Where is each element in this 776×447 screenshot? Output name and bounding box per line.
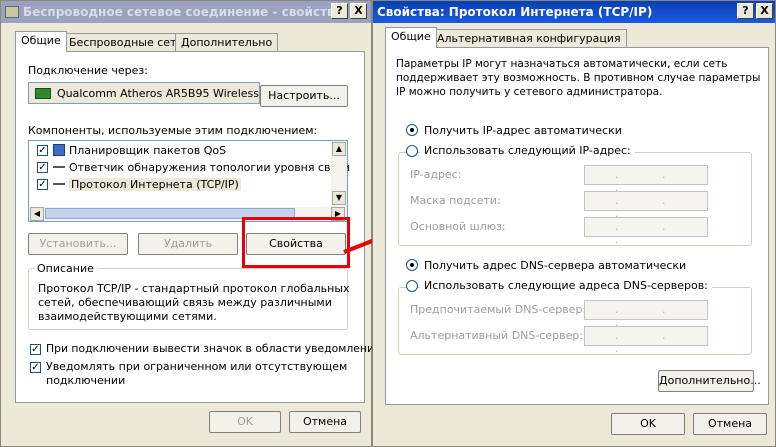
description-text: взаимодействующими сетями.	[38, 310, 217, 323]
auto-ip-radio[interactable]	[406, 124, 418, 136]
component-label: Протокол Интернета (TCP/IP)	[69, 178, 241, 191]
adapter-name: Qualcomm Atheros AR5B95 Wireless	[57, 87, 259, 100]
right-ok-button[interactable]: OK	[611, 413, 685, 435]
manual-ip-radio[interactable]	[406, 145, 418, 157]
intro-text: Параметры IP могут назначаться автоматич…	[396, 58, 728, 70]
scroll-left-icon[interactable]: ◀	[30, 207, 44, 221]
subnet-label: Маска подсети:	[410, 194, 501, 207]
properties-highlight	[242, 217, 350, 268]
show-icon-checkbox[interactable]: ✓	[30, 344, 41, 355]
notify-checkbox[interactable]: ✓	[30, 362, 41, 373]
left-dialog: Беспроводное сетевое соединение - свойст…	[0, 0, 381, 447]
qos-icon	[53, 144, 65, 156]
tab-general[interactable]: Общие	[385, 27, 437, 48]
manual-dns-radio[interactable]	[406, 280, 418, 292]
tcpip-checkbox[interactable]: ✓	[37, 179, 48, 190]
gateway-label: Основной шлюз:	[410, 220, 506, 233]
close-button[interactable]: X	[756, 3, 773, 19]
show-icon-label: При подключении вывести значок в области…	[46, 342, 382, 355]
left-title: Беспроводное сетевое соединение - свойст…	[23, 5, 343, 19]
remove-button[interactable]: Удалить	[138, 233, 238, 255]
scroll-up-icon[interactable]: ▲	[332, 142, 346, 156]
component-label: Планировщик пакетов QoS	[69, 144, 227, 157]
ip-address-field[interactable]: . . .	[584, 165, 708, 194]
right-dialog: Свойства: Протокол Интернета (TCP/IP) ? …	[372, 0, 776, 447]
help-button[interactable]: ?	[331, 3, 348, 19]
notify-label: подключении	[46, 374, 126, 387]
alternate-dns-field[interactable]: . . .	[584, 326, 708, 355]
subnet-field[interactable]: . . .	[584, 191, 708, 220]
component-label: Ответчик обнаружения топологии уровня св…	[69, 161, 351, 174]
install-button[interactable]: Установить...	[28, 233, 128, 255]
ip-address-label: IP-адрес:	[410, 168, 462, 181]
ip-dots: . . .	[615, 220, 686, 246]
network-protocol-icon	[53, 166, 65, 168]
description-label: Описание	[34, 262, 97, 275]
right-tab-panel: Параметры IP могут назначаться автоматич…	[385, 47, 769, 405]
manual-ip-label: Использовать следующий IP-адрес:	[420, 144, 635, 157]
configure-button[interactable]: Настроить...	[260, 85, 348, 107]
preferred-dns-field[interactable]: . . .	[584, 300, 708, 329]
tab-general[interactable]: Общие	[15, 31, 67, 52]
left-tab-panel: Подключение через: Qualcomm Atheros AR5B…	[15, 51, 381, 403]
auto-ip-label: Получить IP-адрес автоматически	[424, 124, 622, 137]
scroll-down-icon[interactable]: ▼	[332, 191, 346, 205]
manual-dns-label: Использовать следующие адреса DNS-сервер…	[420, 279, 712, 292]
tab-alternate-config[interactable]: Альтернативная конфигурация	[431, 29, 627, 48]
vertical-scrollbar[interactable]: ▲ ▼	[331, 141, 347, 207]
intro-text: IP можно получить у сетевого администрат…	[396, 86, 663, 98]
right-cancel-button[interactable]: Отмена	[693, 413, 767, 435]
notify-label: Уведомлять при ограниченном или отсутств…	[46, 360, 348, 373]
network-icon	[5, 6, 19, 18]
advanced-button[interactable]: Дополнительно...	[658, 370, 761, 392]
close-button[interactable]: X	[350, 3, 367, 19]
left-ok-button[interactable]: OK	[209, 411, 281, 433]
components-label: Компоненты, используемые этим подключени…	[28, 124, 318, 137]
connect-through-label: Подключение через:	[28, 64, 148, 77]
components-list[interactable]: ✓ Планировщик пакетов QoS ✓ Ответчик обн…	[28, 140, 351, 222]
auto-dns-radio[interactable]	[406, 259, 418, 271]
ip-dots: . . .	[615, 329, 686, 355]
help-button[interactable]: ?	[737, 3, 754, 19]
network-card-icon	[35, 88, 51, 99]
left-titlebar[interactable]: Беспроводное сетевое соединение - свойст…	[1, 1, 371, 23]
intro-text: поддерживает эту возможность. В противно…	[396, 72, 761, 84]
tab-advanced[interactable]: Дополнительно	[175, 33, 279, 52]
adapter-box: Qualcomm Atheros AR5B95 Wireless	[28, 82, 260, 104]
preferred-dns-label: Предпочитаемый DNS-сервер:	[410, 303, 587, 316]
qos-checkbox[interactable]: ✓	[37, 145, 48, 156]
gateway-field[interactable]: . . .	[584, 217, 708, 246]
network-protocol-icon	[53, 183, 65, 185]
description-text: Протокол TCP/IP - стандартный протокол г…	[38, 282, 350, 295]
description-text: сетей, обеспечивающий связь между различ…	[38, 296, 332, 309]
right-title: Свойства: Протокол Интернета (TCP/IP)	[377, 5, 653, 19]
tab-wireless-networks[interactable]: Беспроводные сети	[63, 33, 190, 52]
alternate-dns-label: Альтернативный DNS-сервер:	[410, 329, 584, 342]
right-titlebar[interactable]: Свойства: Протокол Интернета (TCP/IP) ? …	[373, 1, 775, 23]
topology-checkbox[interactable]: ✓	[37, 162, 48, 173]
left-cancel-button[interactable]: Отмена	[289, 411, 361, 433]
auto-dns-label: Получить адрес DNS-сервера автоматически	[424, 259, 687, 272]
